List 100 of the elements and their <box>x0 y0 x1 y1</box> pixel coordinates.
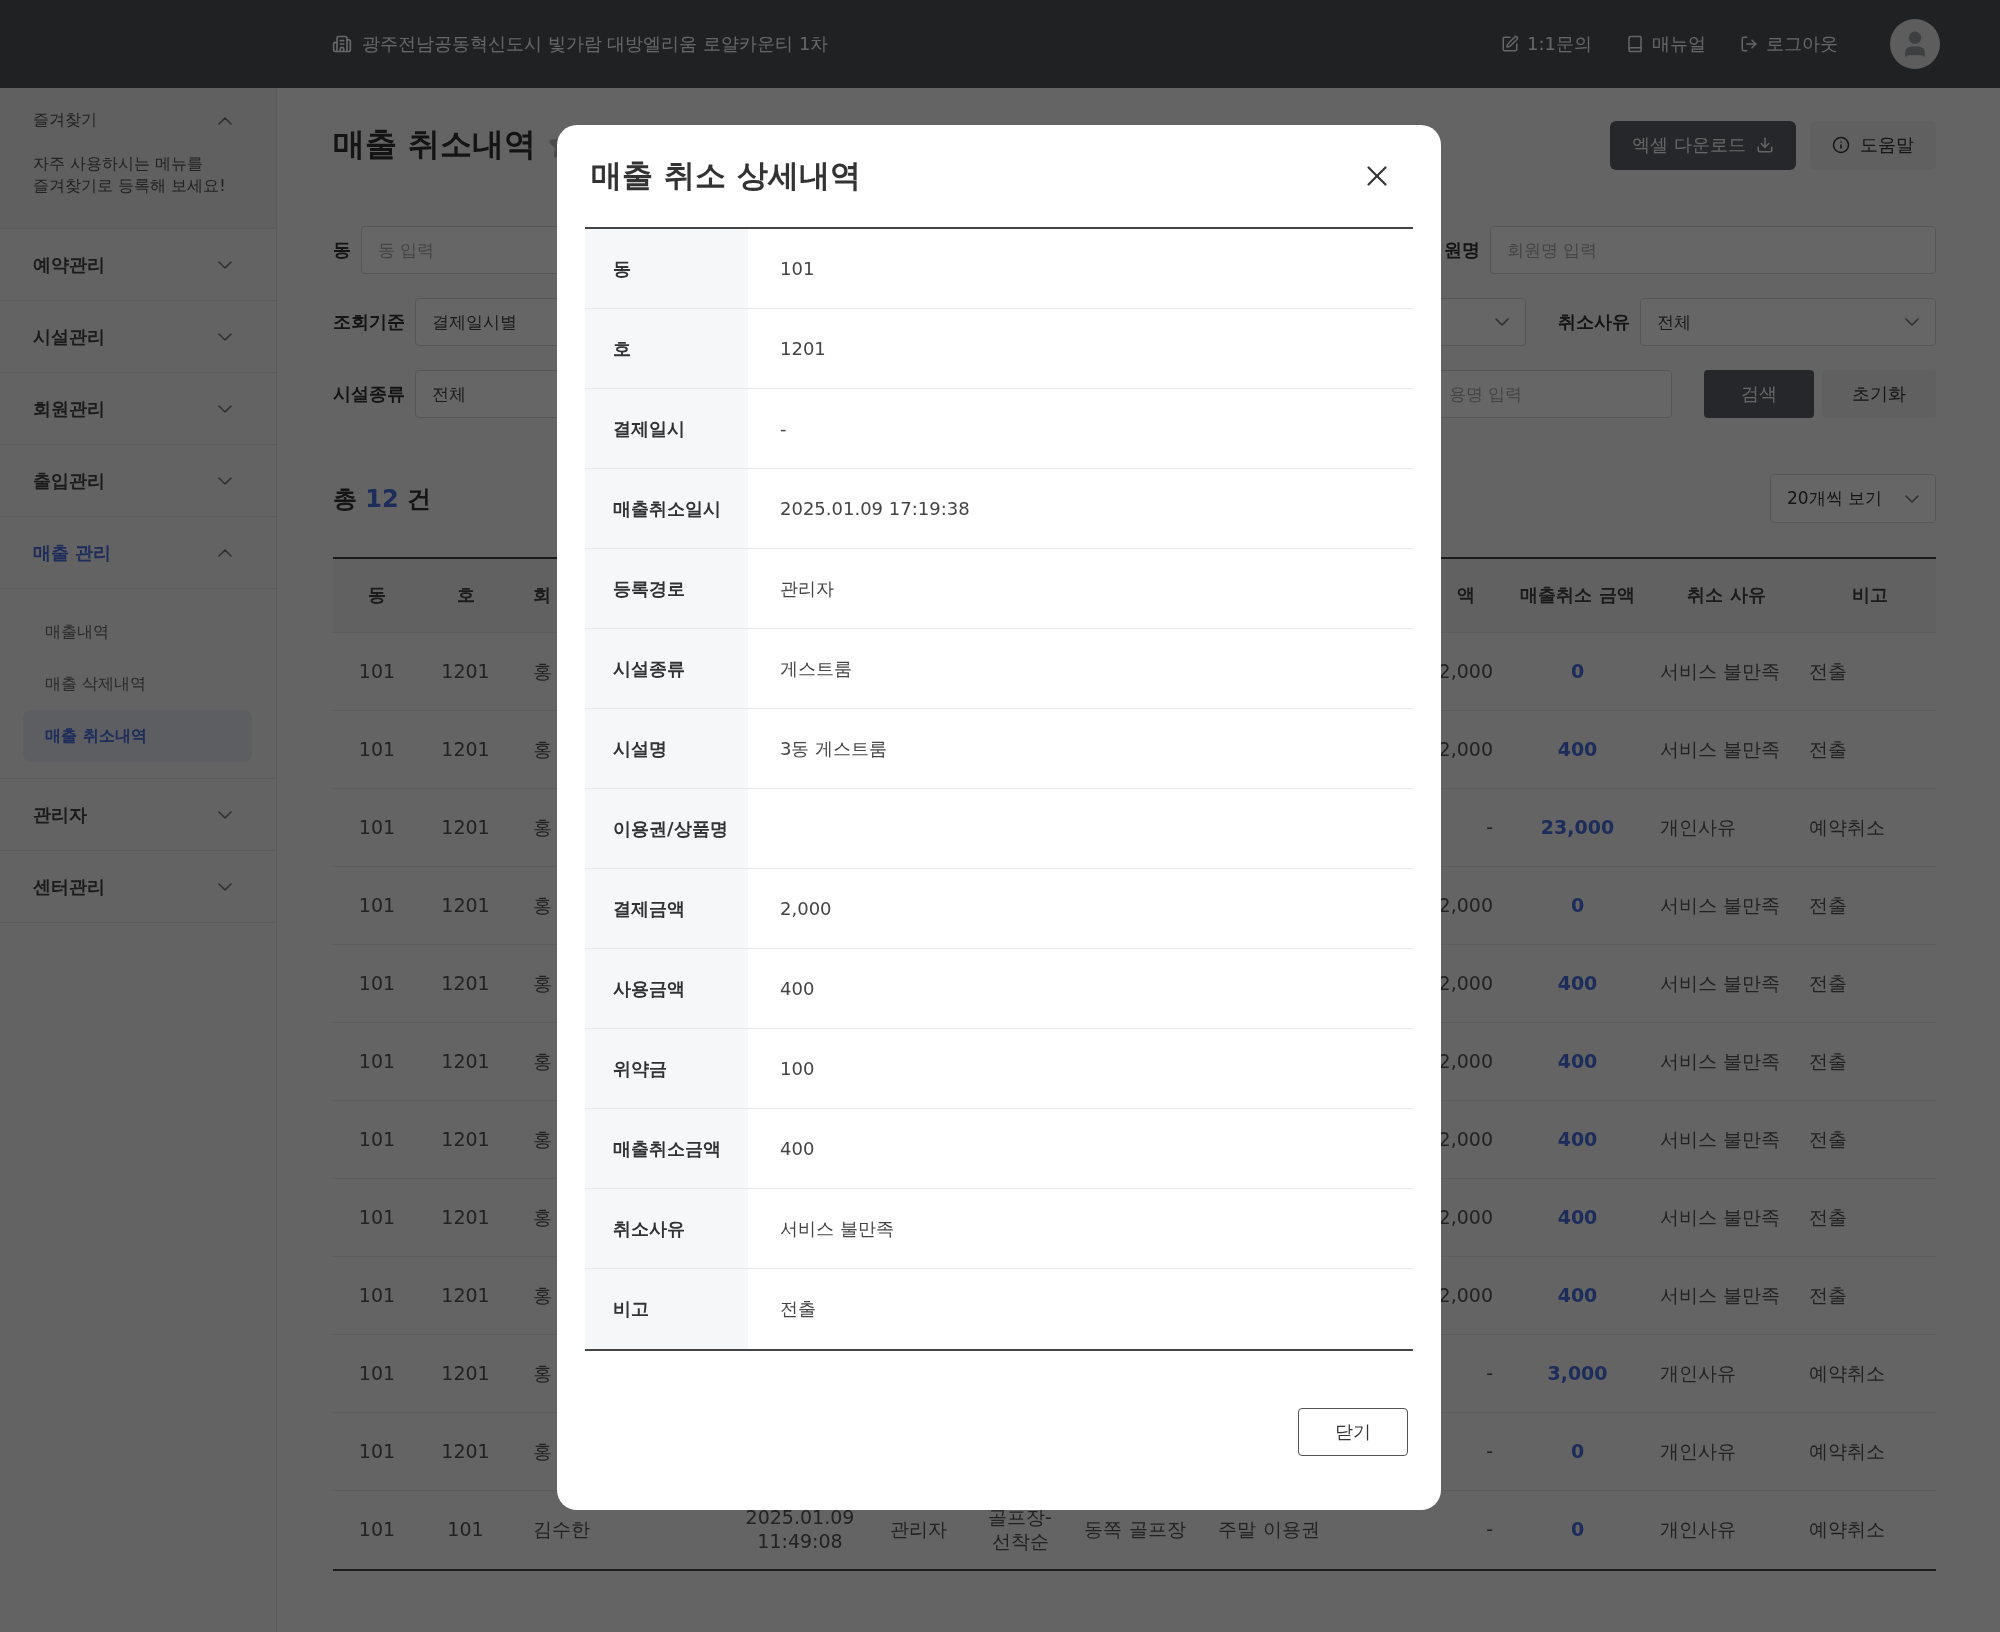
table-cell: 예약취소 <box>1809 1439 1885 1464</box>
field-label: 등록경로 <box>585 549 748 628</box>
sidebar-item[interactable]: 시설관리 <box>0 301 276 373</box>
field-label: 매출취소일시 <box>585 469 748 548</box>
help-button[interactable]: 도움말 <box>1810 120 1936 170</box>
table-cell: 서비스 불만족 <box>1660 737 1781 762</box>
column-header: 호 <box>456 584 475 607</box>
table-cell: 400 <box>1557 1127 1598 1152</box>
field-value: 서비스 불만족 <box>780 1216 894 1241</box>
field-label: 위약금 <box>585 1029 748 1108</box>
table-cell: 홍 <box>533 1439 552 1464</box>
dropdown[interactable]: 전체 <box>1640 298 1936 346</box>
page-title: 매출 취소내역 <box>333 124 537 165</box>
page-size-dropdown[interactable]: 20개씩 보기 <box>1770 474 1936 523</box>
table-cell: 101 <box>358 971 396 996</box>
column-header: 동 <box>368 584 386 607</box>
field-value: 관리자 <box>780 576 834 601</box>
info-icon <box>1832 136 1850 154</box>
sidebar-subitem[interactable]: 매출 취소내역 <box>23 710 252 762</box>
top-link[interactable]: 로그아웃 <box>1740 32 1838 56</box>
table-cell: 101 <box>447 1518 484 1542</box>
table-cell: 전출 <box>1809 1283 1847 1308</box>
table-cell: 1201 <box>441 1127 490 1152</box>
table-cell: 101 <box>358 659 396 684</box>
field-label: 호 <box>585 309 748 388</box>
sidebar-subitem[interactable]: 매출내역 <box>23 606 252 658</box>
field-label: 동 <box>585 229 748 308</box>
table-cell: 1201 <box>441 1283 490 1308</box>
table-cell: 400 <box>1557 1205 1598 1230</box>
table-cell: 개인사유 <box>1660 1439 1736 1464</box>
sidebar-item[interactable]: 회원관리 <box>0 373 276 445</box>
filter-label: 조회기준 <box>333 310 405 334</box>
table-cell: 서비스 불만족 <box>1660 1127 1781 1152</box>
table-cell: - <box>1486 815 1493 840</box>
table-cell: 3,000 <box>1547 1361 1608 1386</box>
table-cell: 홍 <box>533 1049 552 1074</box>
table-cell: 전출 <box>1809 1127 1847 1152</box>
table-cell: 23,000 <box>1540 815 1615 840</box>
field-value: 400 <box>780 978 815 999</box>
logout-icon <box>1740 35 1758 53</box>
column-header: 비고 <box>1851 584 1888 607</box>
excel-download-button[interactable]: 엑셀 다운로드 <box>1610 120 1796 170</box>
table-cell: 홍 <box>533 971 552 996</box>
chevron-down-icon <box>218 404 232 413</box>
table-cell: 101 <box>358 815 396 840</box>
table-cell: 2,000 <box>1438 1205 1493 1230</box>
table-cell: 전출 <box>1809 893 1847 918</box>
table-cell: 101 <box>358 1518 396 1542</box>
table-cell: 0 <box>1570 1439 1585 1464</box>
table-cell: 1201 <box>441 1205 490 1230</box>
table-cell: 400 <box>1557 1283 1598 1308</box>
table-cell: 관리자 <box>889 1518 947 1542</box>
field-label: 매출취소금액 <box>585 1109 748 1188</box>
sidebar-item[interactable]: 예약관리 <box>0 229 276 301</box>
table-cell: 주말 이용권 <box>1218 1518 1320 1542</box>
table-cell: 전출 <box>1809 659 1847 684</box>
chevron-up-icon <box>218 548 232 557</box>
table-cell: - <box>1486 1361 1493 1386</box>
table-cell: 1201 <box>441 659 490 684</box>
field-label: 이용권/상품명 <box>585 789 748 868</box>
top-link[interactable]: 1:1문의 <box>1501 32 1592 56</box>
table-cell: 1201 <box>441 1361 490 1386</box>
table-cell: 서비스 불만족 <box>1660 659 1781 684</box>
table-cell: 서비스 불만족 <box>1660 1049 1781 1074</box>
avatar[interactable] <box>1890 19 1940 69</box>
search-button[interactable]: 검색 <box>1704 370 1814 418</box>
column-header: 회 <box>533 584 551 607</box>
sidebar-item[interactable]: 관리자 <box>0 779 276 851</box>
table-cell: - <box>1486 1518 1493 1542</box>
sidebar-item[interactable]: 매출 관리 <box>0 517 276 589</box>
building-icon <box>332 34 352 54</box>
favorites-title[interactable]: 즐겨찾기 <box>33 110 97 131</box>
field-value: 400 <box>780 1138 815 1159</box>
download-icon <box>1756 136 1774 154</box>
sidebar-subitem[interactable]: 매출 삭제내역 <box>23 658 252 710</box>
table-cell-text: 2025.01.09 11:49:08 <box>744 1506 856 1554</box>
table-cell: 2,000 <box>1438 1127 1493 1152</box>
sidebar-item[interactable]: 센터관리 <box>0 851 276 923</box>
reset-button[interactable]: 초기화 <box>1822 370 1936 418</box>
table-cell: 2,000 <box>1438 1283 1493 1308</box>
total-count: 총 12 건 <box>333 483 432 515</box>
field-value: 2,000 <box>780 898 832 919</box>
table-cell: 2,000 <box>1438 971 1493 996</box>
sidebar-item[interactable]: 출입관리 <box>0 445 276 517</box>
table-cell: 동쪽 골프장 <box>1084 1518 1186 1542</box>
field-label: 시설종류 <box>585 629 748 708</box>
book-icon <box>1626 35 1644 53</box>
table-cell: 전출 <box>1809 1049 1847 1074</box>
top-link[interactable]: 매뉴얼 <box>1626 32 1706 56</box>
close-button[interactable]: 닫기 <box>1298 1408 1408 1456</box>
table-cell: 1201 <box>441 971 490 996</box>
chevron-down-icon <box>218 332 232 341</box>
table-cell: 400 <box>1557 971 1598 996</box>
chevron-down-icon <box>1495 318 1509 326</box>
table-cell: 2,000 <box>1438 659 1493 684</box>
table-cell: 전출 <box>1809 1205 1847 1230</box>
column-header: 매출취소 금액 <box>1520 584 1635 607</box>
table-cell: 전출 <box>1809 971 1847 996</box>
table-cell: 서비스 불만족 <box>1660 1205 1781 1230</box>
table-cell: 101 <box>358 1361 396 1386</box>
